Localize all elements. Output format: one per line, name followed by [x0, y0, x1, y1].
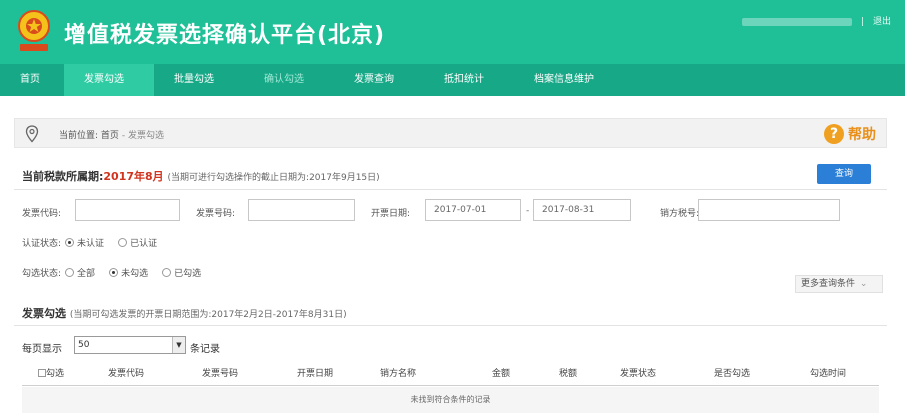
tax-period-label: 当前税款所属期: — [22, 170, 104, 183]
column-header-is-selected[interactable]: 是否勾选 — [714, 366, 750, 379]
invoice-section-note: (当期可勾选发票的开票日期范围为:2017年2月2日-2017年8月31日) — [69, 310, 347, 320]
nav-item-batch-select[interactable]: 批量勾选 — [154, 64, 244, 96]
radio-icon[interactable] — [65, 268, 75, 277]
nav-item-deduction-stats[interactable]: 抵扣统计 — [424, 64, 514, 96]
column-header-select-time[interactable]: 勾选时间 — [810, 366, 846, 379]
app-header: 增值税发票选择确认平台(北京) | 退出 — [0, 0, 905, 64]
dropdown-arrow-icon[interactable]: ▼ — [172, 337, 185, 353]
seller-tax-id-input[interactable] — [698, 199, 840, 221]
column-header-tax[interactable]: 税额 — [559, 366, 577, 379]
cert-status-option-uncertified[interactable]: 未认证 — [65, 236, 104, 249]
invoice-section-title: 发票勾选 (当期可勾选发票的开票日期范围为:2017年2月2日-2017年8月3… — [22, 305, 347, 321]
breadcrumb-prefix: 当前位置: — [59, 131, 99, 141]
column-header-amount[interactable]: 金额 — [492, 366, 510, 379]
column-header-label: 勾选 — [46, 369, 65, 379]
divider — [14, 189, 887, 190]
breadcrumb-separator: - — [121, 131, 126, 141]
breadcrumb-home[interactable]: 首页 — [101, 131, 119, 141]
invoice-code-label: 发票代码: — [22, 209, 62, 219]
column-header-invoice-code[interactable]: 发票代码 — [108, 366, 144, 379]
select-status-label: 勾选状态: — [22, 269, 62, 279]
nav-item-invoice-query[interactable]: 发票查询 — [334, 64, 424, 96]
divider — [14, 325, 887, 326]
invoice-number-input[interactable] — [248, 199, 355, 221]
nav-item-home[interactable]: 首页 — [0, 64, 64, 96]
column-header-issue-date[interactable]: 开票日期 — [297, 366, 333, 379]
radio-selected-icon[interactable] — [109, 268, 119, 277]
page-size-value: 50 — [78, 340, 90, 350]
user-company-name — [742, 17, 853, 26]
invoice-number-label: 发票号码: — [196, 209, 236, 219]
main-nav: 首页 发票勾选 批量勾选 确认勾选 发票查询 抵扣统计 档案信息维护 — [0, 64, 905, 96]
tax-period-note: (当期可进行勾选操作的截止日期为:2017年9月15日) — [167, 173, 380, 183]
select-status-option-selected[interactable]: 已勾选 — [162, 266, 201, 279]
chevron-down-icon: ⌄ — [859, 279, 868, 289]
breadcrumb: 当前位置: 首页 - 发票勾选 — [59, 128, 164, 141]
radio-icon[interactable] — [162, 268, 172, 277]
column-header-invoice-status[interactable]: 发票状态 — [620, 366, 656, 379]
breadcrumb-bar: 当前位置: 首页 - 发票勾选 ? 帮助 — [14, 118, 887, 148]
select-status-option-label: 未勾选 — [121, 269, 149, 279]
invoice-table-header: 勾选 发票代码 发票号码 开票日期 销方名称 金额 税额 发票状态 是否勾选 勾… — [24, 362, 879, 384]
cert-status-group: 认证状态: 未认证 已认证 — [22, 236, 171, 249]
logout-link[interactable]: 退出 — [873, 17, 891, 27]
table-empty-message: 未找到符合条件的记录 — [22, 387, 879, 413]
column-header-seller-name[interactable]: 销方名称 — [380, 366, 416, 379]
select-status-option-label: 已勾选 — [174, 269, 202, 279]
location-pin-icon — [25, 125, 39, 143]
more-filters-toggle[interactable]: 更多查询条件 ⌄ — [795, 275, 883, 293]
app-title: 增值税发票选择确认平台(北京) — [64, 23, 386, 48]
records-label: 条记录 — [190, 344, 220, 355]
select-all-checkbox[interactable] — [38, 369, 46, 377]
table-header-divider — [22, 385, 879, 386]
user-separator: | — [861, 17, 865, 27]
seller-tax-id-label: 销方税号: — [660, 209, 700, 219]
issue-date-end-input[interactable]: 2017-08-31 — [533, 199, 631, 221]
invoice-code-input[interactable] — [75, 199, 180, 221]
cert-status-option-label: 未认证 — [77, 239, 105, 249]
tax-period-value: 2017年8月 — [103, 170, 164, 183]
select-status-option-all[interactable]: 全部 — [65, 266, 95, 279]
question-icon: ? — [824, 124, 844, 144]
help-button[interactable]: ? 帮助 — [824, 124, 876, 144]
nav-item-archive-maintenance[interactable]: 档案信息维护 — [514, 64, 614, 96]
query-button[interactable]: 查询 — [817, 164, 871, 184]
invoice-section-heading: 发票勾选 — [22, 307, 66, 320]
user-area: | 退出 — [742, 14, 891, 27]
radio-icon[interactable] — [118, 238, 128, 247]
select-status-group: 勾选状态: 全部 未勾选 已勾选 — [22, 266, 215, 279]
issue-date-start-input[interactable]: 2017-07-01 — [425, 199, 521, 221]
cert-status-option-label: 已认证 — [130, 239, 158, 249]
nav-item-invoice-select[interactable]: 发票勾选 — [64, 64, 154, 96]
tax-period: 当前税款所属期:2017年8月 (当期可进行勾选操作的截止日期为:2017年9月… — [22, 168, 380, 184]
select-status-option-unselected[interactable]: 未勾选 — [109, 266, 148, 279]
issue-date-label: 开票日期: — [371, 209, 411, 219]
nav-item-confirm-select[interactable]: 确认勾选 — [244, 64, 334, 96]
column-header-select: 勾选 — [38, 366, 64, 379]
more-filters-label: 更多查询条件 — [801, 279, 856, 289]
page-size-label: 每页显示 — [22, 344, 62, 355]
help-label: 帮助 — [848, 127, 876, 143]
cert-status-label: 认证状态: — [22, 239, 62, 249]
radio-selected-icon[interactable] — [65, 238, 75, 247]
breadcrumb-current: 发票勾选 — [127, 131, 164, 141]
tax-emblem-logo — [18, 10, 50, 51]
select-status-option-label: 全部 — [77, 269, 96, 279]
cert-status-option-certified[interactable]: 已认证 — [118, 236, 157, 249]
date-range-separator: - — [526, 206, 530, 216]
page-size-select[interactable]: 50 ▼ — [74, 336, 186, 354]
column-header-invoice-number[interactable]: 发票号码 — [202, 366, 238, 379]
